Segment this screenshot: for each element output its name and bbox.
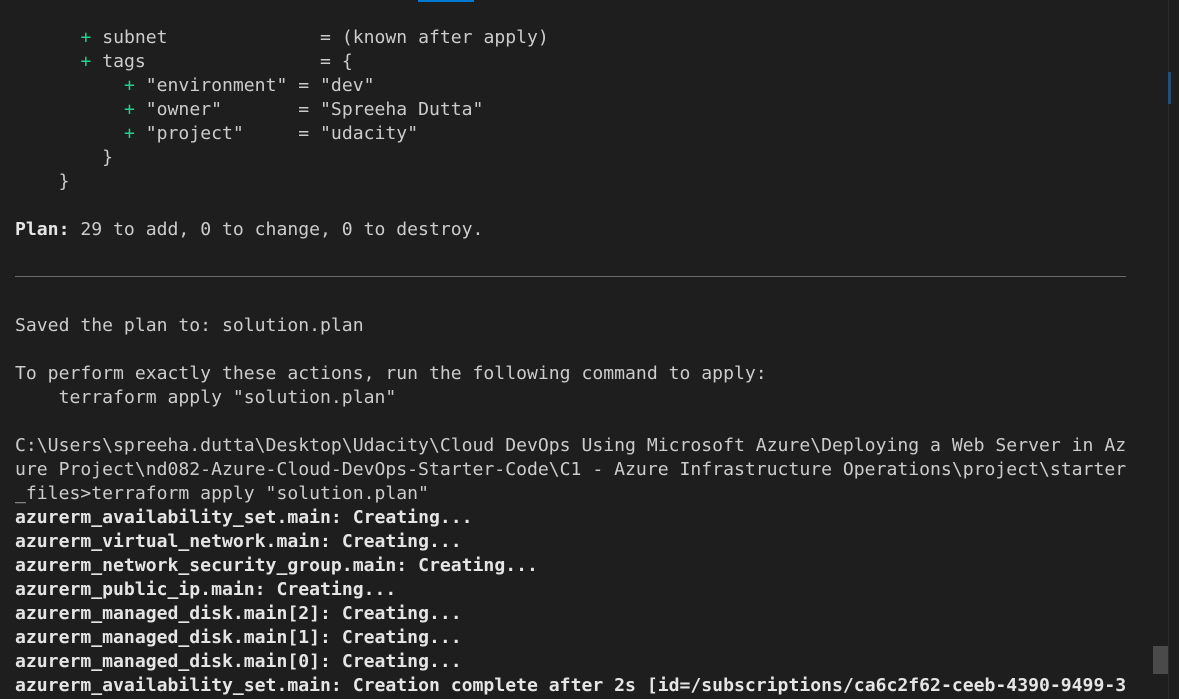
plan-tag-owner-text: "owner" = "Spreeha Dutta" <box>145 99 484 120</box>
plan-tag-project-line: + "project" = "udacity" <box>15 122 418 146</box>
resource-status: Creating... <box>330 531 462 552</box>
apply-command-text: terraform apply "solution.plan" <box>58 387 397 408</box>
saved-plan-line: Saved the plan to: solution.plan <box>15 315 364 336</box>
plan-tag-owner-line: + "owner" = "Spreeha Dutta" <box>15 98 484 122</box>
resource-status: Creating... <box>330 651 462 672</box>
resource-name: azurerm_availability_set.main: <box>15 507 342 528</box>
resource-name: azurerm_network_security_group.main: <box>15 555 408 576</box>
plan-summary-line: Plan: 29 to add, 0 to change, 0 to destr… <box>15 218 483 242</box>
plus-marker: + <box>123 99 135 120</box>
resource-status: Creating... <box>330 627 462 648</box>
plan-tags-line: + tags = { <box>15 50 353 74</box>
resource-name: azurerm_managed_disk.main[0]: <box>15 651 331 672</box>
apply-output-line: azurerm_network_security_group.main: Cre… <box>15 554 538 578</box>
plus-marker: + <box>80 27 92 48</box>
plan-tag-project-text: "project" = "udacity" <box>145 123 419 144</box>
overview-ruler-marker <box>1168 72 1171 104</box>
resource-status: Creating... <box>341 507 473 528</box>
plan-close-inner-brace: } <box>15 146 113 170</box>
apply-command-line: terraform apply "solution.plan" <box>15 386 397 410</box>
active-tab-indicator <box>418 0 474 2</box>
plan-subnet-line: + subnet = (known after apply) <box>15 26 549 50</box>
plan-tag-environment-text: "environment" = "dev" <box>145 75 375 96</box>
prompt-line-3: _files>terraform apply "solution.plan" <box>15 483 429 504</box>
apply-output-line: azurerm_managed_disk.main[2]: Creating..… <box>15 602 462 626</box>
plan-close-outer-brace: } <box>15 170 70 194</box>
resource-status: Creation complete after 2s [id=/subscrip… <box>341 675 1127 696</box>
prompt-line-2: ure Project\nd082-Azure-Cloud-DevOps-Sta… <box>15 459 1127 480</box>
resource-status: Creating... <box>265 579 397 600</box>
apply-output-line: azurerm_managed_disk.main[1]: Creating..… <box>15 626 462 650</box>
plus-marker: + <box>123 123 135 144</box>
terminal-output[interactable]: + subnet = (known after apply) + tags = … <box>0 0 1179 699</box>
apply-output-line: azurerm_virtual_network.main: Creating..… <box>15 530 462 554</box>
section-divider <box>15 276 1126 277</box>
plan-tags-text: tags = { <box>102 51 353 72</box>
brace-text: } <box>58 171 70 192</box>
apply-output-line: azurerm_managed_disk.main[0]: Creating..… <box>15 650 462 674</box>
apply-output-line: azurerm_availability_set.main: Creating.… <box>15 506 473 530</box>
vertical-scrollbar[interactable] <box>1168 0 1179 699</box>
plan-summary-label: Plan: <box>15 219 70 240</box>
resource-name: azurerm_public_ip.main: <box>15 579 266 600</box>
prompt-line-1: C:\Users\spreeha.dutta\Desktop\Udacity\C… <box>15 435 1127 456</box>
apply-output-line: azurerm_availability_set.main: Creation … <box>15 674 1126 698</box>
apply-output-line: azurerm_public_ip.main: Creating... <box>15 578 396 602</box>
resource-name: azurerm_managed_disk.main[1]: <box>15 627 331 648</box>
plan-tag-environment-line: + "environment" = "dev" <box>15 74 375 98</box>
resource-status: Creating... <box>407 555 538 576</box>
plus-marker: + <box>123 75 135 96</box>
plan-subnet-text: subnet = (known after apply) <box>102 27 549 48</box>
resource-name: azurerm_availability_set.main: <box>15 675 342 696</box>
resource-name: azurerm_managed_disk.main[2]: <box>15 603 331 624</box>
resource-status: Creating... <box>330 603 462 624</box>
resource-name: azurerm_virtual_network.main: <box>15 531 331 552</box>
plus-marker: + <box>80 51 92 72</box>
scrollbar-thumb[interactable] <box>1153 646 1168 674</box>
plan-summary-text: 29 to add, 0 to change, 0 to destroy. <box>69 219 484 240</box>
perform-actions-line: To perform exactly these actions, run th… <box>15 363 767 384</box>
brace-text: } <box>102 147 114 168</box>
